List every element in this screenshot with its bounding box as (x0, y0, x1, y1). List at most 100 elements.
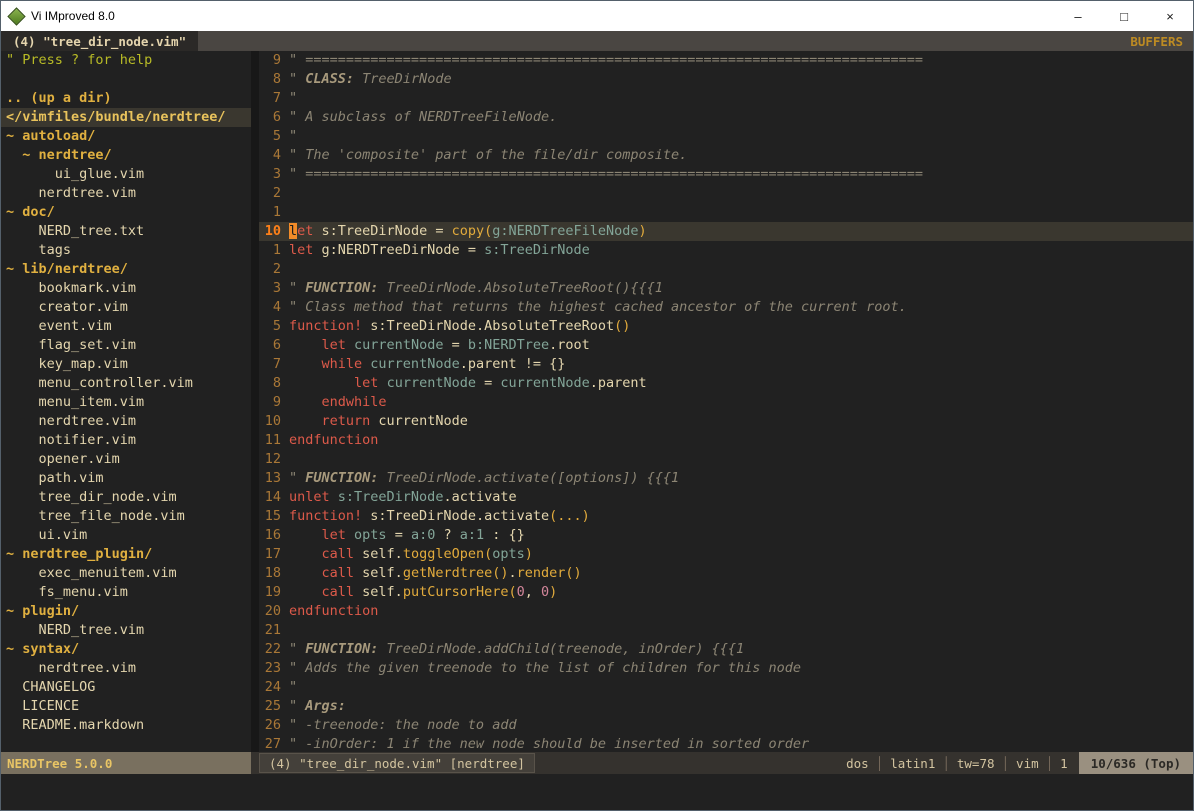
minimize-button[interactable]: – (1055, 1, 1101, 31)
code-line[interactable]: 11endfunction (259, 431, 1193, 450)
tree-item-file[interactable]: nerdtree.vim (6, 184, 251, 203)
code-line[interactable]: 8" CLASS: TreeDirNode (259, 70, 1193, 89)
line-text: " (289, 127, 1193, 146)
code-line[interactable]: 1 (259, 203, 1193, 222)
tree-item-file[interactable]: NERD_tree.vim (6, 621, 251, 640)
tree-item-root[interactable]: </vimfiles/bundle/nerdtree/ (1, 108, 251, 127)
tree-item-file[interactable]: LICENCE (6, 697, 251, 716)
code-line[interactable]: 3" FUNCTION: TreeDirNode.AbsoluteTreeRoo… (259, 279, 1193, 298)
code-line[interactable]: 6" A subclass of NERDTreeFileNode. (259, 108, 1193, 127)
code-line[interactable]: 4" Class method that returns the highest… (259, 298, 1193, 317)
command-line[interactable] (1, 774, 1193, 810)
tree-item-file[interactable]: nerdtree.vim (6, 659, 251, 678)
code-line[interactable]: 12 (259, 450, 1193, 469)
tree-item-file[interactable]: CHANGELOG (6, 678, 251, 697)
tree-item-file[interactable]: nerdtree.vim (6, 412, 251, 431)
tree-item-dir[interactable]: ~ autoload/ (6, 127, 251, 146)
code-line[interactable]: 10 return currentNode (259, 412, 1193, 431)
tree-item-file[interactable]: tags (6, 241, 251, 260)
line-number: 15 (259, 507, 289, 526)
vim-window: Vi IMproved 8.0 – □ × (4) "tree_dir_node… (0, 0, 1194, 811)
tree-item-file[interactable]: key_map.vim (6, 355, 251, 374)
code-line[interactable]: 16 let opts = a:0 ? a:1 : {} (259, 526, 1193, 545)
tree-item-dir[interactable]: ~ nerdtree/ (6, 146, 251, 165)
tree-item-file[interactable]: tree_file_node.vim (6, 507, 251, 526)
tree-item-help[interactable]: " Press ? for help (6, 51, 251, 70)
tree-item-file[interactable]: ui_glue.vim (6, 165, 251, 184)
code-line[interactable]: 2 (259, 260, 1193, 279)
line-text: " The 'composite' part of the file/dir c… (289, 146, 1193, 165)
tree-item-file[interactable]: path.vim (6, 469, 251, 488)
vertical-split-handle[interactable] (251, 51, 259, 752)
code-line[interactable]: 9 endwhile (259, 393, 1193, 412)
tree-item-updir[interactable]: .. (up a dir) (6, 89, 251, 108)
code-line[interactable]: 4" The 'composite' part of the file/dir … (259, 146, 1193, 165)
code-line[interactable]: 18 call self.getNerdtree().render() (259, 564, 1193, 583)
tree-item-file[interactable]: exec_menuitem.vim (6, 564, 251, 583)
tree-item-file[interactable]: README.markdown (6, 716, 251, 735)
tree-item-file[interactable]: creator.vim (6, 298, 251, 317)
line-number: 25 (259, 697, 289, 716)
code-line[interactable]: 15function! s:TreeDirNode.activate(...) (259, 507, 1193, 526)
code-line[interactable]: 20endfunction (259, 602, 1193, 621)
line-number: 26 (259, 716, 289, 735)
tree-item-dir[interactable]: ~ syntax/ (6, 640, 251, 659)
line-number: 14 (259, 488, 289, 507)
vim-icon (7, 7, 25, 25)
code-line[interactable]: 22" FUNCTION: TreeDirNode.addChild(treen… (259, 640, 1193, 659)
tree-item-file[interactable]: ui.vim (6, 526, 251, 545)
code-line[interactable]: 7" (259, 89, 1193, 108)
code-line[interactable]: 6 let currentNode = b:NERDTree.root (259, 336, 1193, 355)
tree-item-file[interactable]: event.vim (6, 317, 251, 336)
code-line[interactable]: 5function! s:TreeDirNode.AbsoluteTreeRoo… (259, 317, 1193, 336)
code-line[interactable]: 26" -treenode: the node to add (259, 716, 1193, 735)
tab-tree-dir-node[interactable]: (4) "tree_dir_node.vim" (1, 31, 198, 51)
code-line[interactable]: 13" FUNCTION: TreeDirNode.activate([opti… (259, 469, 1193, 488)
title-bar[interactable]: Vi IMproved 8.0 – □ × (1, 1, 1193, 31)
tree-item-file[interactable]: bookmark.vim (6, 279, 251, 298)
line-text: " ======================================… (289, 51, 1193, 70)
line-number: 23 (259, 659, 289, 678)
line-text: call self.toggleOpen(opts) (289, 545, 1193, 564)
tree-item-file[interactable]: menu_item.vim (6, 393, 251, 412)
tree-item-file[interactable]: notifier.vim (6, 431, 251, 450)
line-text: call self.getNerdtree().render() (289, 564, 1193, 583)
line-text: endwhile (289, 393, 1193, 412)
code-line[interactable]: 23" Adds the given treenode to the list … (259, 659, 1193, 678)
statusline-item: dos (839, 752, 876, 774)
maximize-button[interactable]: □ (1101, 1, 1147, 31)
tree-item-file[interactable]: flag_set.vim (6, 336, 251, 355)
code-line[interactable]: 1let g:NERDTreeDirNode = s:TreeDirNode (259, 241, 1193, 260)
tree-item-file[interactable]: opener.vim (6, 450, 251, 469)
code-line[interactable]: 24" (259, 678, 1193, 697)
tree-item-file[interactable]: tree_dir_node.vim (6, 488, 251, 507)
tree-item-file[interactable]: NERD_tree.txt (6, 222, 251, 241)
line-number: 11 (259, 431, 289, 450)
tree-item-dir[interactable]: ~ lib/nerdtree/ (6, 260, 251, 279)
line-text: return currentNode (289, 412, 1193, 431)
line-text: while currentNode.parent != {} (289, 355, 1193, 374)
line-text: let currentNode = currentNode.parent (289, 374, 1193, 393)
code-line[interactable]: 2 (259, 184, 1193, 203)
code-line[interactable]: 21 (259, 621, 1193, 640)
code-line[interactable]: 5" (259, 127, 1193, 146)
code-line[interactable]: 9" =====================================… (259, 51, 1193, 70)
code-line[interactable]: 7 while currentNode.parent != {} (259, 355, 1193, 374)
close-button[interactable]: × (1147, 1, 1193, 31)
code-line[interactable]: 17 call self.toggleOpen(opts) (259, 545, 1193, 564)
code-line[interactable]: 27" -inOrder: 1 if the new node should b… (259, 735, 1193, 752)
tree-item-file[interactable]: fs_menu.vim (6, 583, 251, 602)
code-line[interactable]: 25" Args: (259, 697, 1193, 716)
code-line[interactable]: 19 call self.putCursorHere(0, 0) (259, 583, 1193, 602)
code-line-current[interactable]: 10let s:TreeDirNode = copy(g:NERDTreeFil… (259, 222, 1193, 241)
tree-item-file[interactable]: menu_controller.vim (6, 374, 251, 393)
code-line[interactable]: 3" =====================================… (259, 165, 1193, 184)
tree-item-dir[interactable]: ~ doc/ (6, 203, 251, 222)
code-line[interactable]: 8 let currentNode = currentNode.parent (259, 374, 1193, 393)
code-line[interactable]: 14unlet s:TreeDirNode.activate (259, 488, 1193, 507)
tree-item-dir[interactable]: ~ plugin/ (6, 602, 251, 621)
statusline-item: vim (1009, 752, 1046, 774)
buffers-label: BUFFERS (1120, 31, 1193, 51)
tree-item-dir[interactable]: ~ nerdtree_plugin/ (6, 545, 251, 564)
line-number: 3 (259, 165, 289, 184)
